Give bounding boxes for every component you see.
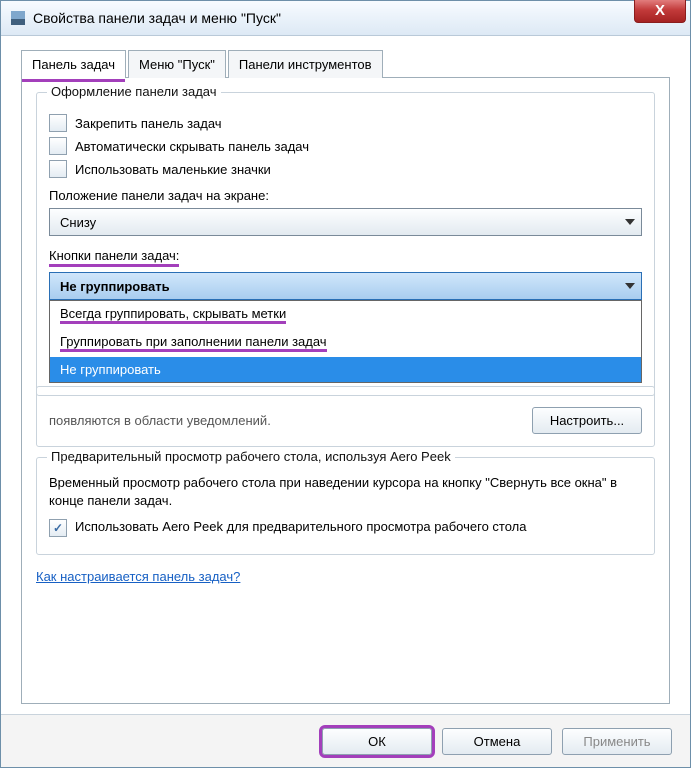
option-never-group[interactable]: Не группировать <box>50 357 641 382</box>
checkbox-label: Автоматически скрывать панель задач <box>75 139 309 154</box>
checkbox-lock-taskbar[interactable] <box>49 114 67 132</box>
tab-strip: Панель задач Меню "Пуск" Панели инструме… <box>21 50 670 78</box>
select-taskbar-buttons[interactable]: Не группировать <box>49 272 642 300</box>
customize-button[interactable]: Настроить... <box>532 407 642 434</box>
checkbox-autohide[interactable] <box>49 137 67 155</box>
aero-description: Временный просмотр рабочего стола при на… <box>49 474 642 509</box>
buttons-label: Кнопки панели задач: <box>49 248 179 267</box>
checkbox-label: Использовать Aero Peek для предварительн… <box>75 519 527 534</box>
chevron-down-icon <box>625 219 635 225</box>
window-title: Свойства панели задач и меню "Пуск" <box>33 10 281 26</box>
option-always-group[interactable]: Всегда группировать, скрывать метки <box>50 301 641 329</box>
group-aero-peek: Предварительный просмотр рабочего стола,… <box>36 457 655 555</box>
highlight-underline <box>22 79 125 82</box>
checkbox-aero-peek[interactable] <box>49 519 67 537</box>
group-legend: Предварительный просмотр рабочего стола,… <box>47 449 455 464</box>
option-label: Всегда группировать, скрывать метки <box>60 306 286 324</box>
tab-label: Меню "Пуск" <box>139 57 215 72</box>
select-value: Снизу <box>60 215 96 230</box>
option-group-when-full[interactable]: Группировать при заполнении панели задач <box>50 329 641 357</box>
group-notification-area: появляются в области уведомлений. Настро… <box>36 386 655 447</box>
dialog-footer: ОК Отмена Применить <box>1 714 690 767</box>
dropdown-taskbar-buttons: Всегда группировать, скрывать метки Груп… <box>49 300 642 383</box>
checkbox-label: Использовать маленькие значки <box>75 162 271 177</box>
title-bar[interactable]: Свойства панели задач и меню "Пуск" X <box>1 1 690 36</box>
group-legend: Оформление панели задач <box>47 84 221 99</box>
checkbox-small-icons[interactable] <box>49 160 67 178</box>
tab-panel-taskbar: Оформление панели задач Закрепить панель… <box>21 77 670 704</box>
dialog-window: Свойства панели задач и меню "Пуск" X Па… <box>0 0 691 768</box>
checkbox-label: Закрепить панель задач <box>75 116 222 131</box>
tab-label: Панель задач <box>32 57 115 72</box>
select-position[interactable]: Снизу <box>49 208 642 236</box>
option-label: Группировать при заполнении панели задач <box>60 334 327 352</box>
tab-taskbar[interactable]: Панель задач <box>21 50 126 78</box>
apply-button[interactable]: Применить <box>562 728 672 755</box>
cancel-button[interactable]: Отмена <box>442 728 552 755</box>
tab-start-menu[interactable]: Меню "Пуск" <box>128 50 226 78</box>
select-value: Не группировать <box>60 279 170 294</box>
chevron-down-icon <box>625 283 635 289</box>
tab-toolbars[interactable]: Панели инструментов <box>228 50 383 78</box>
app-icon <box>9 9 27 27</box>
option-label: Не группировать <box>60 362 161 377</box>
close-button[interactable]: X <box>634 0 686 23</box>
position-label: Положение панели задач на экране: <box>49 188 269 203</box>
tab-label: Панели инструментов <box>239 57 372 72</box>
ok-button[interactable]: ОК <box>322 728 432 755</box>
help-link[interactable]: Как настраивается панель задач? <box>36 569 655 584</box>
group-appearance: Оформление панели задач Закрепить панель… <box>36 92 655 396</box>
notify-text-fragment: появляются в области уведомлений. <box>49 413 271 428</box>
